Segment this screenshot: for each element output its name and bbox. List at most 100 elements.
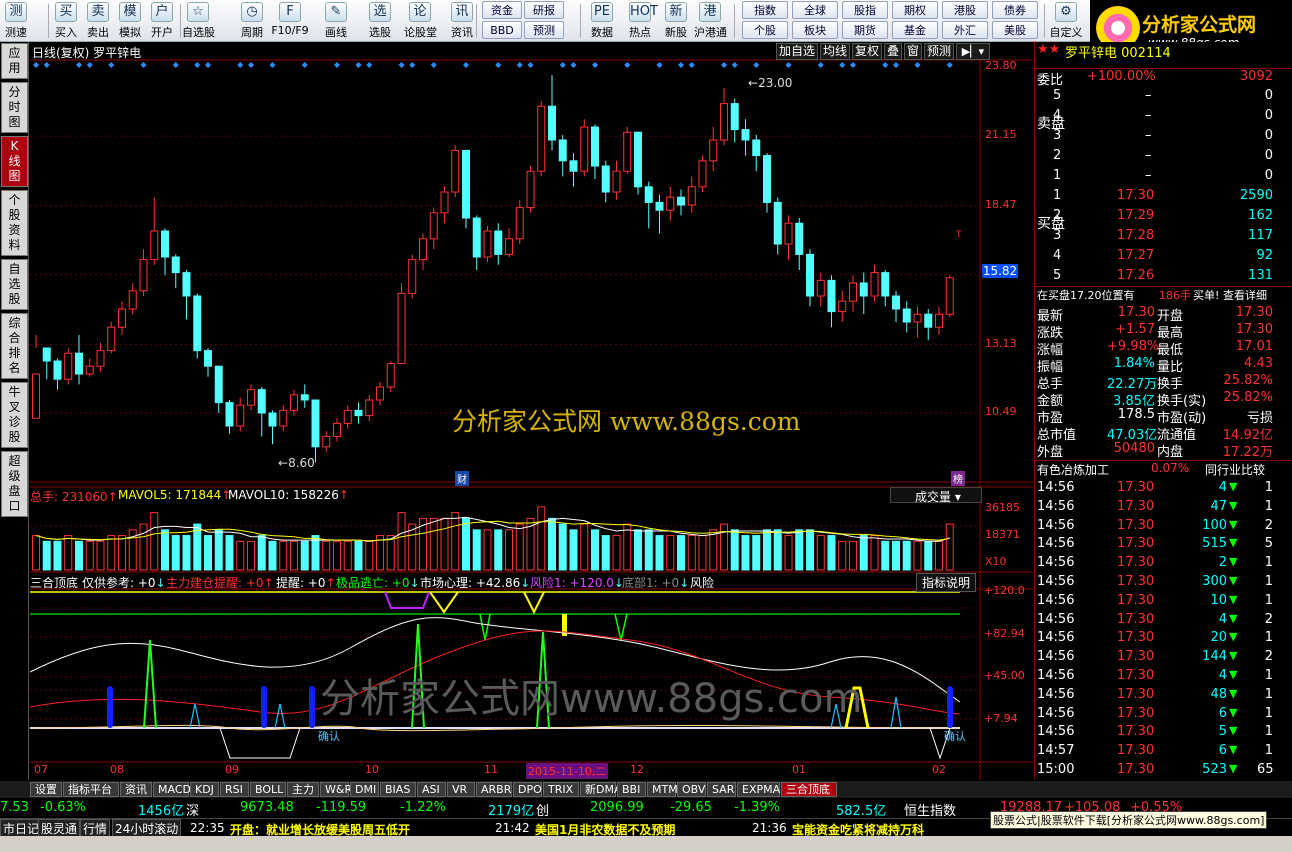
indicator-tab-14[interactable]: DPO xyxy=(513,782,542,797)
volume-bar xyxy=(634,529,642,571)
volume-bar xyxy=(397,512,406,571)
indicator-tab-16[interactable]: 新DMA xyxy=(580,782,622,797)
volume-bar xyxy=(623,523,632,571)
header-btn-0[interactable]: 加自选 xyxy=(776,43,818,60)
quick-button-1[interactable]: 研报 xyxy=(524,1,564,19)
toolbar-btn-2[interactable]: 卖卖出 xyxy=(82,0,114,42)
quick-button-0[interactable]: 资金 xyxy=(482,1,522,19)
quick-button-14[interactable]: 外汇 xyxy=(942,21,988,39)
tick-vol: 6 xyxy=(1218,743,1227,759)
left-tab-2[interactable]: K线图 xyxy=(1,136,28,187)
finance-marker[interactable]: 财 xyxy=(455,471,469,486)
rank-marker[interactable]: 榜 xyxy=(951,471,965,486)
down-arrow-icon: ▼ xyxy=(1229,555,1238,569)
indicator-tab-2[interactable]: 资讯 xyxy=(120,782,152,797)
indicator-tab-19[interactable]: OBV xyxy=(677,782,706,797)
indicator-tab-17[interactable]: BBI xyxy=(617,782,646,797)
toolbar-btn-12[interactable]: PE 数据 xyxy=(586,0,618,42)
toolbar-btn-9[interactable]: 选选股 xyxy=(364,0,396,42)
header-btn-3[interactable]: 叠 xyxy=(884,43,902,60)
quick-button-3[interactable]: 预测 xyxy=(524,21,564,39)
toolbar-btn-13[interactable]: HOT 热点 xyxy=(624,0,658,42)
toolbar-btn-8[interactable]: ✎ 画线 xyxy=(320,0,352,42)
left-tab-char: 股 xyxy=(8,292,21,306)
quick-button-8[interactable]: 港股 xyxy=(942,1,988,19)
quote-row: 3 – 0 xyxy=(1035,128,1292,147)
header-btn-1[interactable]: 均线 xyxy=(820,43,850,60)
indicator-explain-button[interactable]: 指标说明 xyxy=(916,573,976,592)
toolbar-icon-6: ◷ xyxy=(241,2,263,22)
quick-button-4[interactable]: 指数 xyxy=(742,1,788,19)
toolbar-btn-14[interactable]: 新新股 xyxy=(660,0,692,42)
toolbar-btn-1[interactable]: 买买入 xyxy=(50,0,82,42)
stat-value2: 25.82% xyxy=(1223,390,1273,405)
indicator-tab-3[interactable]: MACD xyxy=(153,782,191,797)
volume-bar xyxy=(429,517,438,571)
indicator-tab-10[interactable]: BIAS xyxy=(380,782,416,797)
left-tab-char: 股 xyxy=(8,430,21,444)
header-arrows-icon[interactable]: ▶▏▾ xyxy=(956,43,990,60)
sell-volume: 0 xyxy=(1264,168,1273,183)
quick-button-7[interactable]: 期权 xyxy=(892,1,938,19)
indicator-tab-4[interactable]: KDJ xyxy=(190,782,219,797)
left-tab-char: 图 xyxy=(8,169,21,183)
indicator-tab-9[interactable]: DMI xyxy=(350,782,379,797)
toolbar-btn-7[interactable]: F F10/F9 xyxy=(268,0,312,42)
candle-body xyxy=(784,222,793,245)
header-btn-5[interactable]: 预测 xyxy=(924,43,954,60)
indicator-tab-22[interactable]: 三合顶底 xyxy=(781,782,837,797)
toolbar-btn-5[interactable]: ☆ 自选股 xyxy=(182,0,215,42)
indicator-tab-12[interactable]: VR xyxy=(447,782,475,797)
index-item-8: 创 xyxy=(536,804,550,819)
header-btn-4[interactable]: 窗 xyxy=(904,43,922,60)
toolbar-btn-0[interactable]: 测测速 xyxy=(0,0,32,42)
indicator-tab-20[interactable]: SAR xyxy=(707,782,736,797)
quote-row: 14:57 17.30 6 ▼ 1 xyxy=(1035,743,1292,762)
quick-button-13[interactable]: 基金 xyxy=(892,21,938,39)
quick-button-11[interactable]: 板块 xyxy=(792,21,838,39)
toolbar-btn-10[interactable]: 论论股堂 xyxy=(404,0,437,42)
quick-button-6[interactable]: 股指 xyxy=(842,1,888,19)
indicator-tab-5[interactable]: RSI xyxy=(220,782,249,797)
quote-row: 14:56 17.30 20 ▼ 1 xyxy=(1035,630,1292,649)
toolbar-btn-3[interactable]: 模模拟 xyxy=(114,0,146,42)
tick-price: 17.30 xyxy=(1117,668,1155,683)
custom-button[interactable]: ⚙ 自定义 xyxy=(1046,0,1086,42)
quick-button-5[interactable]: 全球 xyxy=(792,1,838,19)
indicator-tab-13[interactable]: ARBR xyxy=(476,782,512,797)
toolbar-btn-4[interactable]: 户开户 xyxy=(146,0,178,42)
indicator-tab-0[interactable]: 设置 xyxy=(30,782,62,797)
left-tab-5[interactable]: 综合排名 xyxy=(1,313,28,379)
quick-button-2[interactable]: BBD xyxy=(482,21,522,39)
left-tab-1[interactable]: 分时图 xyxy=(1,82,28,133)
quick-button-15[interactable]: 美股 xyxy=(992,21,1038,39)
toolbar-btn-11[interactable]: 讯资讯 xyxy=(446,0,478,42)
indicator-tab-1[interactable]: 指标平台 xyxy=(63,782,119,797)
indicator-tab-8[interactable]: W&R xyxy=(320,782,352,797)
indicator-tab-6[interactable]: BOLL xyxy=(250,782,286,797)
promo-box[interactable]: 股票公式|股票软件下载[分析家公式网www.88gs.com] xyxy=(990,811,1268,829)
left-tab-0[interactable]: 应用 xyxy=(1,43,28,79)
toolbar-btn-15[interactable]: 港沪港通 xyxy=(694,0,727,42)
header-btn-2[interactable]: 复权 xyxy=(852,43,882,60)
left-tab-7[interactable]: 超级盘口 xyxy=(1,451,28,517)
indicator-tab-18[interactable]: MTM xyxy=(647,782,678,797)
volume-bar xyxy=(322,540,331,571)
quick-button-9[interactable]: 债券 xyxy=(992,1,1038,19)
indicator-tab-21[interactable]: EXPMA xyxy=(737,782,780,797)
left-tab-6[interactable]: 牛叉诊股 xyxy=(1,382,28,448)
buy-volume: 162 xyxy=(1248,208,1273,223)
quote-cell: – xyxy=(1145,108,1152,123)
left-tab-3[interactable]: 个股资料 xyxy=(1,190,28,256)
watermark-text-2: 分析家公式网www.88gs.com xyxy=(320,676,863,722)
indicator-tab-15[interactable]: TRIX xyxy=(543,782,579,797)
volume-indicator-select[interactable]: 成交量 ▾ xyxy=(890,487,982,504)
indicator-tab-7[interactable]: 主力 xyxy=(287,782,319,797)
candle-body xyxy=(171,256,180,274)
left-tab-char: 自 xyxy=(8,262,21,276)
indicator-tab-11[interactable]: ASI xyxy=(417,782,446,797)
quick-button-10[interactable]: 个股 xyxy=(742,21,788,39)
quick-button-12[interactable]: 期货 xyxy=(842,21,888,39)
kline-chart-area[interactable]: 日线(复权) 罗平锌电 加自选 均线 复权叠窗预测 ▶▏▾ 23.80 21.15 18.… xyxy=(30,42,1033,780)
left-tab-4[interactable]: 自选股 xyxy=(1,259,28,310)
